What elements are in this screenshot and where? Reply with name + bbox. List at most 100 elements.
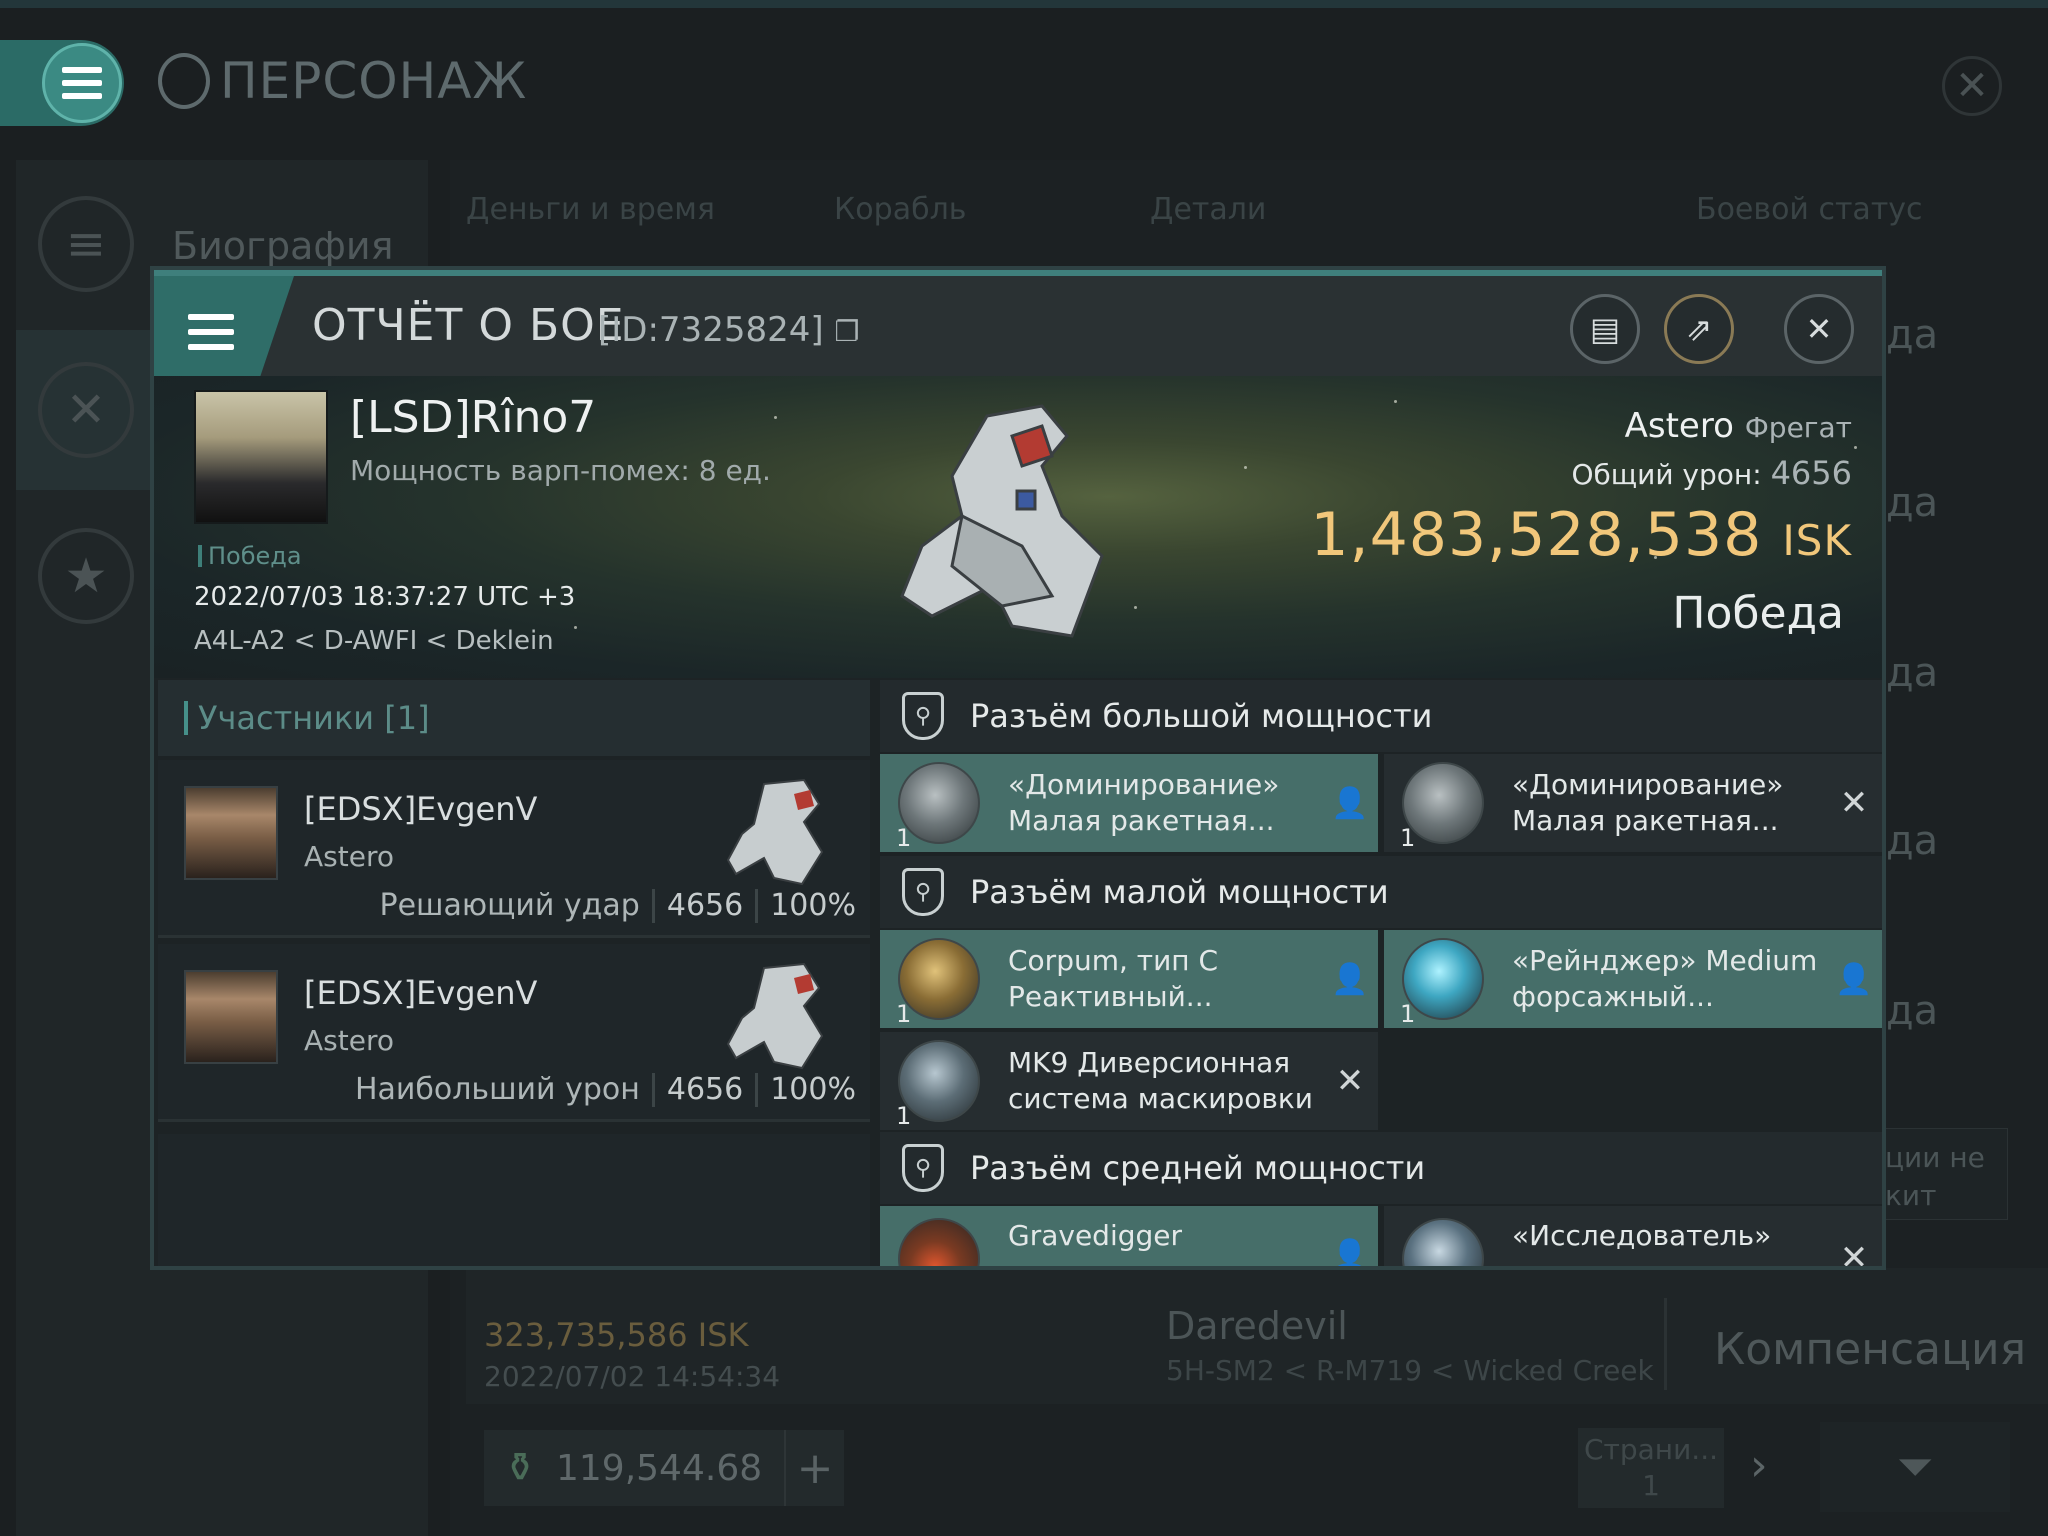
main-menu-button[interactable]	[42, 43, 122, 123]
module-name: «Исследователь»	[1512, 1219, 1772, 1252]
warp-disruption-label: Мощность варп-помех: 8 ед.	[350, 454, 771, 487]
isk-unit: ISK	[1782, 516, 1852, 565]
sidebar-item-combat[interactable]: ✕	[16, 330, 156, 490]
status-value: да	[1886, 480, 1939, 526]
victim-name[interactable]: [LSD]Rîno7	[350, 392, 596, 443]
tab-ship[interactable]: Корабль	[834, 192, 966, 227]
result-badge: Победа	[198, 542, 302, 570]
damage-value: 4656	[1770, 454, 1852, 492]
row-date: 2022/07/02 14:54:34	[484, 1360, 781, 1393]
participant-damage: 4656	[666, 1072, 744, 1107]
sidebar-item-medals[interactable]: ★	[16, 496, 156, 656]
modal-title: ОТЧЁТ О БОЕ	[312, 300, 625, 351]
participant-damage: 4656	[666, 888, 744, 923]
destroyed-icon: ✕	[1839, 1238, 1869, 1270]
ship-image[interactable]	[892, 396, 1112, 646]
destroyed-icon: ✕	[1839, 783, 1869, 823]
module-item[interactable]: 1 Corpum, тип C Реактивный... 👤	[880, 930, 1378, 1028]
victim-avatar[interactable]	[194, 390, 328, 524]
participant-avatar[interactable]	[184, 786, 278, 880]
module-name: Corpum, тип C Реактивный...	[1008, 944, 1219, 1013]
side-note: ции не кит	[1880, 1128, 2008, 1220]
list-icon: ≡	[38, 196, 134, 292]
external-link-icon: ⇗	[1685, 310, 1713, 348]
participant-avatar[interactable]	[184, 970, 278, 1064]
pagination[interactable]: Страни... 1	[1578, 1428, 1724, 1508]
share-button[interactable]: ⇗	[1664, 294, 1734, 364]
participant-role: Решающий удар	[379, 888, 640, 923]
clipboard-button[interactable]: ▤	[1570, 294, 1640, 364]
participant-card[interactable]: [EDSX]EvgenV Astero Наибольший урон 4656…	[158, 944, 870, 1122]
module-name: MK9 Диверсионная система маскировки	[1008, 1046, 1314, 1115]
low-slot-icon: ⚲	[902, 868, 944, 916]
copy-icon[interactable]: ❐	[834, 315, 859, 348]
kill-datetime: 2022/07/03 18:37:27 UTC +3	[194, 582, 576, 612]
kill-location[interactable]: A4L-A2 < D-AWFI < Deklein	[194, 626, 554, 656]
high-slot-icon: ⚲	[902, 692, 944, 740]
low-slot-header: ⚲ Разъём малой мощности	[880, 856, 1882, 928]
wallet-bar: ⚱ 119,544.68 +	[484, 1430, 844, 1506]
participant-stats: Решающий удар 4656 100%	[380, 888, 857, 923]
close-icon: ✕	[1805, 310, 1833, 348]
wallet-value: 119,544.68	[556, 1447, 763, 1489]
sidebar-item-label: Биография	[172, 224, 394, 268]
participant-role: Наибольший урон	[354, 1072, 640, 1107]
participants-header[interactable]: Участники [1]	[158, 680, 870, 756]
combat-report-modal: ОТЧЁТ О БОЕ [ID:7325824] ❐ ▤ ⇗ ✕ [LSD]Rî…	[150, 266, 1886, 1270]
missile-launcher-icon: 1	[1400, 762, 1484, 852]
filter-button[interactable]: ⏷	[1820, 1422, 2010, 1512]
participant-ship-image	[726, 778, 824, 886]
missile-launcher-icon: 1	[896, 762, 980, 852]
participant-card[interactable]: [EDSX]EvgenV Astero Решающий удар 4656 1…	[158, 760, 870, 938]
module-name: «Доминирование» Малая ракетная...	[1512, 768, 1784, 837]
probe-launcher-icon: 1	[898, 1218, 980, 1266]
dropped-icon: 👤	[1331, 1238, 1369, 1270]
ship-name[interactable]: Astero Фрегат	[1625, 406, 1852, 446]
dropped-icon: 👤	[1331, 961, 1369, 997]
high-slot-header: ⚲ Разъём большой мощности	[880, 680, 1882, 752]
module-item[interactable]: 1 «Исследователь» ✕	[1384, 1206, 1882, 1270]
page-number: 1	[1642, 1469, 1660, 1502]
module-item[interactable]: 1 MK9 Диверсионная система маскировки ✕	[880, 1032, 1378, 1130]
module-name: «Рейнджер» Medium форсажный...	[1512, 944, 1818, 1013]
participant-stats: Наибольший урон 4656 100%	[355, 1072, 856, 1107]
report-id: [ID:7325824] ❐	[598, 310, 860, 350]
tab-combat-status[interactable]: Боевой статус	[1696, 192, 1923, 227]
module-name: Gravedigger	[1008, 1219, 1183, 1252]
module-item[interactable]: 1 «Доминирование» Малая ракетная... 👤	[880, 754, 1378, 852]
dropped-icon: 👤	[1835, 961, 1873, 997]
hamburger-icon	[62, 67, 102, 99]
next-page-button[interactable]: ›	[1750, 1440, 1768, 1491]
sidebar-item-biography[interactable]: ≡	[16, 164, 156, 324]
participant-name[interactable]: [EDSX]EvgenV	[304, 974, 537, 1012]
star-icon: ★	[38, 528, 134, 624]
dropped-icon: 👤	[1331, 785, 1369, 821]
participant-percent: 100%	[770, 1072, 856, 1107]
row-isk: 323,735,586 ISK	[484, 1316, 749, 1354]
cloaking-device-icon: 1	[896, 1040, 980, 1130]
module-item[interactable]: 1 Gravedigger 👤	[880, 1206, 1378, 1270]
participant-name[interactable]: [EDSX]EvgenV	[304, 790, 537, 828]
top-bar	[0, 0, 2048, 8]
clipboard-icon: ▤	[1589, 310, 1621, 348]
hamburger-icon	[188, 314, 234, 350]
module-item[interactable]: 1 «Рейнджер» Medium форсажный... 👤	[1384, 930, 1882, 1028]
participant-percent: 100%	[770, 888, 856, 923]
tab-money-time[interactable]: Деньги и время	[466, 192, 715, 227]
scanner-icon: 1	[1402, 1218, 1484, 1266]
status-value: да	[1886, 818, 1939, 864]
mid-slot-icon: ⚲	[902, 1144, 944, 1192]
participant-ship-image	[726, 962, 824, 1070]
status-value: да	[1886, 312, 1939, 358]
tab-details[interactable]: Детали	[1150, 192, 1266, 227]
page-title: ПЕРСОНАЖ	[158, 52, 527, 110]
participant-ship: Astero	[304, 1024, 394, 1057]
row-ship: Daredevil	[1166, 1304, 1348, 1348]
module-item[interactable]: 1 «Доминирование» Малая ракетная... ✕	[1384, 754, 1882, 852]
close-page-button[interactable]: ✕	[1942, 56, 2002, 116]
crossed-swords-icon: ✕	[38, 362, 134, 458]
add-funds-button[interactable]: +	[784, 1430, 844, 1506]
module-name: «Доминирование» Малая ракетная...	[1008, 768, 1280, 837]
isk-value: 1,483,528,538 ISK	[1310, 500, 1852, 570]
close-modal-button[interactable]: ✕	[1784, 294, 1854, 364]
